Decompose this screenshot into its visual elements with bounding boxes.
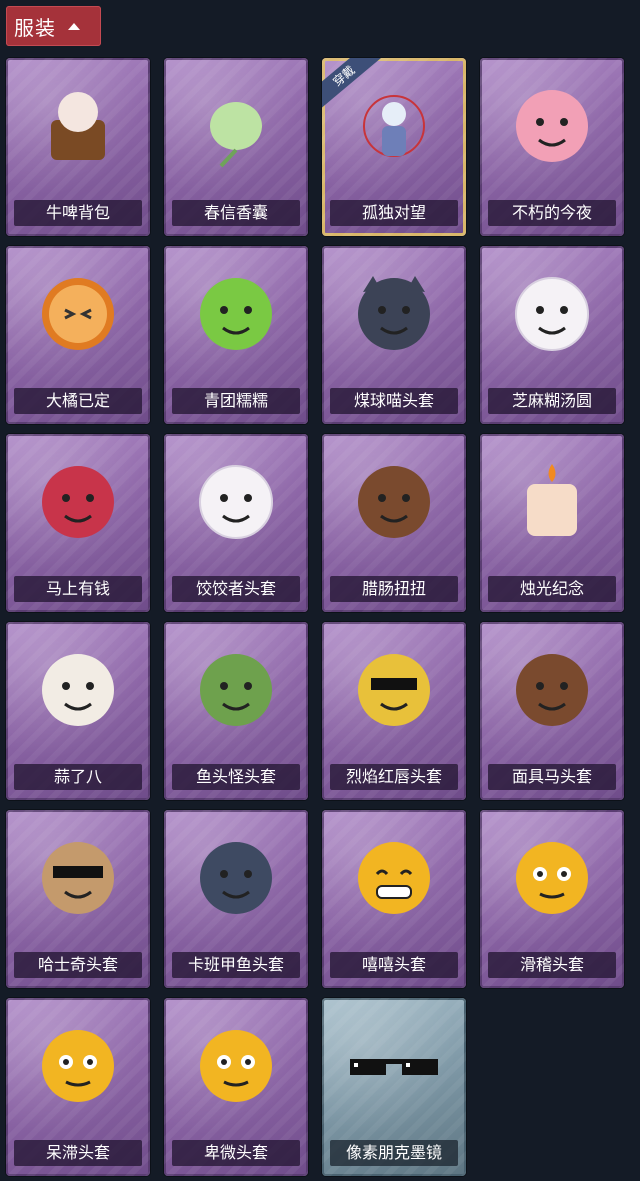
item-card[interactable]: 穿戴 孤独对望: [322, 58, 466, 236]
item-name: 嘻嘻头套: [330, 952, 458, 978]
item-name: 孤独对望: [330, 200, 458, 226]
turtle-head-icon: [191, 836, 281, 924]
item-card[interactable]: 马上有钱: [6, 434, 150, 612]
item-name: 卑微头套: [172, 1140, 300, 1166]
item-card[interactable]: 煤球喵头套: [322, 246, 466, 424]
fish-head-icon: [191, 648, 281, 736]
item-card[interactable]: 腊肠扭扭: [322, 434, 466, 612]
item-card[interactable]: 烈焰红唇头套: [322, 622, 466, 800]
candle-head-icon: [507, 460, 597, 548]
item-card[interactable]: 像素朋克墨镜: [322, 998, 466, 1176]
green-sachet-icon: [191, 84, 281, 172]
item-card[interactable]: 牛啤背包: [6, 58, 150, 236]
pixel-sunglasses-icon: [344, 1041, 444, 1095]
green-dumpling-head-icon: [191, 272, 281, 360]
item-card[interactable]: 春信香囊: [164, 58, 308, 236]
item-name: 卡班甲鱼头套: [172, 952, 300, 978]
item-card[interactable]: 哈士奇头套: [6, 810, 150, 988]
item-card[interactable]: 滑稽头套: [480, 810, 624, 988]
husky-head-icon: [33, 836, 123, 924]
black-cat-head-icon: [349, 272, 439, 360]
smirk-emoji-head-icon: [507, 836, 597, 924]
item-card[interactable]: 呆滞头套: [6, 998, 150, 1176]
item-card[interactable]: 饺饺者头套: [164, 434, 308, 612]
cow-beer-backpack-icon: [33, 84, 123, 172]
item-name: 面具马头套: [488, 764, 616, 790]
orange-slice-icon: [33, 272, 123, 360]
item-card[interactable]: 芝麻糊汤圆: [480, 246, 624, 424]
item-card[interactable]: 鱼头怪头套: [164, 622, 308, 800]
item-name: 不朽的今夜: [488, 200, 616, 226]
item-name: 饺饺者头套: [172, 576, 300, 602]
chevron-up-icon: [68, 22, 80, 30]
item-name: 芝麻糊汤圆: [488, 388, 616, 414]
item-card[interactable]: 卑微头套: [164, 998, 308, 1176]
item-name: 青团糯糯: [172, 388, 300, 414]
item-name: 呆滞头套: [14, 1140, 142, 1166]
item-name: 蒜了八: [14, 764, 142, 790]
item-card[interactable]: 嘻嘻头套: [322, 810, 466, 988]
rice-ball-head-icon: [507, 272, 597, 360]
item-name: 滑稽头套: [488, 952, 616, 978]
item-card[interactable]: 青团糯糯: [164, 246, 308, 424]
dachshund-head-icon: [349, 460, 439, 548]
item-name: 马上有钱: [14, 576, 142, 602]
red-horse-head-icon: [33, 460, 123, 548]
item-name: 春信香囊: [172, 200, 300, 226]
shy-emoji-head-icon: [191, 1024, 281, 1112]
item-name: 腊肠扭扭: [330, 576, 458, 602]
item-card[interactable]: 烛光纪念: [480, 434, 624, 612]
item-name: 煤球喵头套: [330, 388, 458, 414]
item-name: 哈士奇头套: [14, 952, 142, 978]
item-name: 牛啤背包: [14, 200, 142, 226]
dumpling-head-icon: [191, 460, 281, 548]
item-name: 大橘已定: [14, 388, 142, 414]
garlic-head-icon: [33, 648, 123, 736]
item-name: 像素朋克墨镜: [330, 1140, 458, 1166]
category-tab-clothing[interactable]: 服装: [6, 6, 101, 46]
pink-cat-bowl-icon: [507, 84, 597, 172]
horse-mask-icon: [507, 648, 597, 736]
item-card[interactable]: 面具马头套: [480, 622, 624, 800]
item-card[interactable]: 不朽的今夜: [480, 58, 624, 236]
yellow-mouse-head-icon: [349, 648, 439, 736]
doll-pendant-icon: [349, 84, 439, 172]
stare-emoji-head-icon: [33, 1024, 123, 1112]
item-card[interactable]: 蒜了八: [6, 622, 150, 800]
item-name: 鱼头怪头套: [172, 764, 300, 790]
item-name: 烈焰红唇头套: [330, 764, 458, 790]
item-card[interactable]: 大橘已定: [6, 246, 150, 424]
item-name: 烛光纪念: [488, 576, 616, 602]
grin-emoji-head-icon: [349, 836, 439, 924]
item-card[interactable]: 卡班甲鱼头套: [164, 810, 308, 988]
category-title: 服装: [14, 15, 56, 40]
